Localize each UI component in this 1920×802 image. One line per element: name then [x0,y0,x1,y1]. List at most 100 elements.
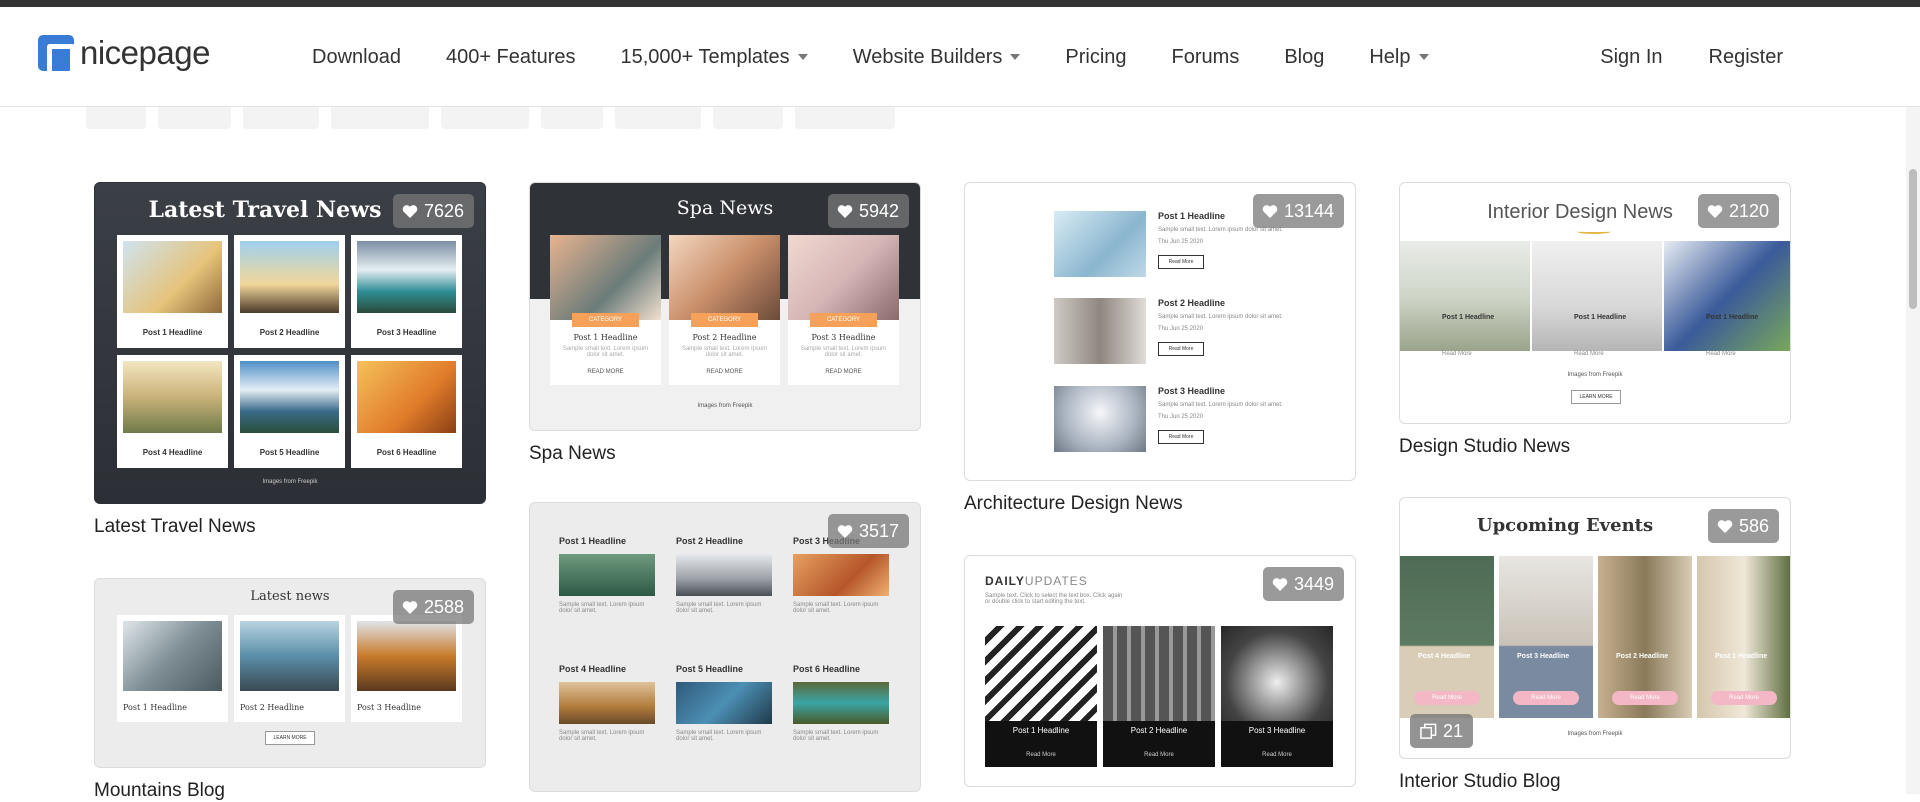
likes-badge[interactable]: 13144 [1252,194,1344,228]
template-title[interactable]: Architecture Design News [964,493,1356,515]
post-excerpt: Sample small text. Lorem ipsum dolor sit… [793,730,879,742]
template-title[interactable]: Design Studio News [1399,436,1791,458]
post-excerpt: Sample small text. Lorem ipsum dolor sit… [559,602,645,614]
heart-icon [1262,204,1278,218]
post-headline: Post 2 Headline [240,703,304,712]
template-card-travel[interactable]: Latest Travel News Post 1 Headline Post … [94,182,486,538]
heart-icon [1272,577,1288,591]
post-excerpt: Sample small text. Lorem ipsum dolor sit… [800,346,887,358]
read-more-link: Read More [1026,752,1056,758]
post-image [1054,386,1146,452]
site-header: nicepage Download 400+ Features 15,000+ … [0,7,1920,107]
post-headline: Post 1 Headline [1706,314,1759,321]
likes-badge[interactable]: 3517 [827,514,909,548]
post-image [793,682,889,724]
post-date: Thu Jun 25 2020 [1158,239,1204,245]
title-underline [1577,229,1611,234]
post-headline: Post 1 Headline [1442,314,1495,321]
template-title[interactable]: Spa News [529,443,921,465]
post-image [793,554,889,596]
template-card-architecture[interactable]: Post 1 Headline Sample small text. Lorem… [964,182,1356,515]
post-image [1054,211,1146,277]
post-headline: Post 6 Headline [793,664,861,674]
nav-templates[interactable]: 15,000+ Templates [620,46,808,69]
template-thumbnail[interactable]: Latest Travel News Post 1 Headline Post … [94,182,486,504]
likes-count: 5942 [858,200,899,221]
likes-badge[interactable]: 586 [1707,509,1779,543]
post-excerpt: Sample small text. Lorem ipsum dolor sit… [676,602,762,614]
learn-more-button: LEARN MORE [1571,390,1621,404]
pages-badge[interactable]: 21 [1410,714,1474,748]
likes-badge[interactable]: 5942 [827,194,909,228]
likes-count: 7626 [423,200,464,221]
images-credit: Images from Freepik [697,403,753,409]
likes-badge[interactable]: 2120 [1697,194,1779,228]
post-tile: CATEGORY Post 2 Headline Sample small te… [669,235,780,385]
post-headline: Post 2 Headline [676,536,744,546]
heart-icon [837,204,853,218]
template-thumbnail[interactable]: Post 1 Headline Sample small text. Lorem… [529,502,921,792]
auth-links: Sign In Register [1554,7,1783,107]
post-tile: CATEGORY Post 3 Headline Sample small te… [788,235,899,385]
register-link[interactable]: Register [1709,46,1783,69]
chevron-down-icon [797,54,808,60]
post-headline: Post 3 Headline [357,703,421,712]
template-thumbnail[interactable]: DAILYUPDATES Sample text. Click to selec… [964,555,1356,787]
nav-help[interactable]: Help [1369,46,1429,69]
template-title[interactable]: Interior Studio Blog [1399,771,1791,793]
heart-icon [1717,519,1733,533]
likes-badge[interactable]: 2588 [392,590,474,624]
nav-website-builders[interactable]: Website Builders [853,46,1021,69]
nav-blog[interactable]: Blog [1284,46,1324,69]
title-bold: DAILY [985,574,1025,588]
sign-in-link[interactable]: Sign In [1600,46,1662,69]
post-headline: Post 3 Headline [1517,653,1570,660]
template-card-daily-updates[interactable]: DAILYUPDATES Sample text. Click to selec… [964,555,1356,787]
brand-logo[interactable]: nicepage [38,34,210,72]
template-card-spa[interactable]: Spa News CATEGORY Post 1 Headline Sample… [529,182,921,465]
page-scrollbar[interactable] [1906,107,1920,794]
heart-icon [1707,204,1723,218]
post-headline: Post 1 Headline [1715,653,1768,660]
likes-count: 13144 [1283,200,1334,221]
post-headline: Post 3 Headline [376,328,437,337]
likes-badge[interactable]: 3449 [1262,567,1344,601]
post-tile: Post 1 Headline [117,235,228,348]
chevron-down-icon [1010,54,1021,60]
template-thumbnail[interactable]: Interior Design News Post 1 Headline Pos… [1399,182,1791,424]
read-more-link: Read More [1574,351,1604,357]
template-card-design-studio[interactable]: Interior Design News Post 1 Headline Pos… [1399,182,1791,458]
nav-forums[interactable]: Forums [1172,46,1240,69]
template-thumbnail[interactable]: Spa News CATEGORY Post 1 Headline Sample… [529,182,921,431]
post-date: Thu Jun 25 2020 [1158,326,1204,332]
post-excerpt: Sample small text. Lorem ipsum dolor sit… [1158,314,1283,320]
nav-download[interactable]: Download [312,46,401,69]
chevron-down-icon [1418,54,1429,60]
learn-more-button: LEARN MORE [265,731,315,745]
template-thumbnail[interactable]: Upcoming Events Post 4 Headline Post 3 H… [1399,497,1791,759]
template-card-interior-studio[interactable]: Upcoming Events Post 4 Headline Post 3 H… [1399,497,1791,793]
browser-top-strip [0,0,1920,7]
category-tag: CATEGORY [691,313,758,327]
nav-pricing[interactable]: Pricing [1065,46,1126,69]
template-title[interactable]: Latest Travel News [94,516,486,538]
post-headline: Post 2 Headline [692,333,757,342]
likes-badge[interactable]: 7626 [392,194,474,228]
template-card-mountains[interactable]: Latest news Post 1 Headline Post 2 Headl… [94,578,486,802]
post-headline: Post 1 Headline [123,703,187,712]
template-thumbnail[interactable]: Latest news Post 1 Headline Post 2 Headl… [94,578,486,768]
post-tile: Post 5 Headline [234,355,345,468]
template-thumbnail[interactable]: Post 1 Headline Sample small text. Lorem… [964,182,1356,481]
nav-features[interactable]: 400+ Features [446,46,576,69]
template-card-six-posts[interactable]: Post 1 Headline Sample small text. Lorem… [529,502,921,792]
scrollbar-thumb[interactable] [1909,169,1917,309]
template-title[interactable]: Mountains Blog [94,780,486,802]
post-headline: Post 5 Headline [259,448,320,457]
heart-icon [837,524,853,538]
read-more-button: Read More [1158,342,1204,356]
read-more-button: Read More [1414,691,1480,705]
intro-text: Sample text. Click to select the text bo… [985,593,1123,605]
read-more-link: READ MORE [587,369,624,375]
post-image [559,554,655,596]
read-more-button: Read More [1158,255,1204,269]
